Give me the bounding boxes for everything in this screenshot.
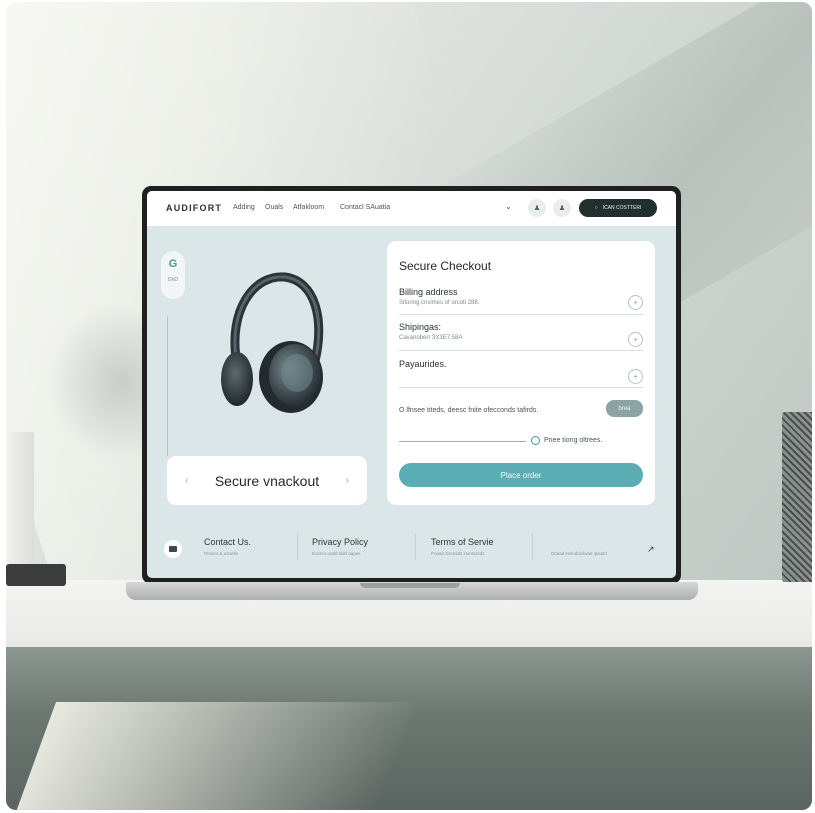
footer-contact[interactable]: Contact Us. Pnoers & usnelle [204, 537, 251, 556]
refresh-icon[interactable]: G [169, 259, 178, 270]
side-divider [167, 316, 168, 456]
billing-underline [399, 314, 643, 315]
payment-label: Payaurides. [399, 359, 447, 369]
footer-extra-sub: Dnead Holodclekvae ipsutid [551, 551, 607, 556]
place-order-button[interactable]: Place order [399, 463, 643, 487]
billing-label: Billing address [399, 287, 458, 297]
chat-icon[interactable] [164, 540, 182, 558]
billing-value: Sitoring cnsimes of orcoti 288. [399, 300, 480, 306]
arrow-icon[interactable]: ↗ [647, 544, 655, 555]
payment-field[interactable]: Payaurides. + [399, 359, 643, 388]
brand-logo[interactable]: AUDIFORT [166, 203, 222, 213]
shipping-label: Shipingas: [399, 322, 442, 332]
checkout-title: Secure Checkout [399, 259, 492, 273]
option-radio-label[interactable]: Pnee tiong oltrees. [544, 437, 602, 444]
payment-underline [399, 387, 643, 388]
chevron-left-icon[interactable]: ‹ [185, 475, 188, 486]
chevron-down-icon[interactable]: ⌄ [505, 202, 512, 211]
nav-link-4[interactable]: Contacl SAuatia [340, 204, 390, 211]
shipping-value: Cavanoberr 3X3E7.58A [399, 335, 463, 341]
nav-link-1[interactable]: Adding [233, 204, 255, 211]
footer-terms[interactable]: Terms of Servie Ponait Sosesds Huotsssds [431, 537, 494, 556]
user-icon[interactable]: ♟ [528, 199, 546, 217]
account-icon[interactable]: ♟ [553, 199, 571, 217]
billing-field[interactable]: Billing address Sitoring cnsimes of orco… [399, 287, 643, 315]
side-rail[interactable]: G DnD [161, 251, 185, 299]
footer-contact-title[interactable]: Contact Us. [204, 537, 251, 547]
search-icon: ○ [594, 205, 598, 211]
footer-terms-title[interactable]: Terms of Servie [431, 537, 494, 547]
footer-privacy-sub: Eosreo.oodd tiidd oapes [312, 551, 361, 556]
footer-extra[interactable]: Dnead Holodclekvae ipsutid [551, 547, 607, 556]
checkout-card: Secure Checkout Billing address Sitoring… [387, 241, 655, 505]
coaster [6, 564, 66, 586]
nav-link-3[interactable]: Atfakloom [293, 204, 324, 211]
nav-cta-label: ICAN COSTTERI [602, 205, 642, 211]
checkout-notice: O lfnsee titeds, deesc fnite ofecconds t… [399, 407, 539, 414]
chevron-right-icon[interactable]: › [346, 475, 349, 486]
shipping-underline [399, 350, 643, 351]
product-card-label: Secure vnackout [214, 472, 320, 489]
payment-add-icon[interactable]: + [628, 369, 643, 384]
shipping-add-icon[interactable]: + [628, 332, 643, 347]
shipping-field[interactable]: Shipingas: Cavanoberr 3X3E7.58A + [399, 322, 643, 351]
footer-divider [415, 534, 416, 560]
nav-cta-button[interactable]: ○ ICAN COSTTERI [579, 199, 657, 217]
nav-link-2[interactable]: Ouals [265, 204, 283, 211]
laptop-notch [360, 583, 460, 588]
billing-add-icon[interactable]: + [628, 295, 643, 310]
option-radio[interactable] [531, 436, 540, 445]
footer-contact-sub: Pnoers & usnelle [204, 551, 239, 556]
mesh-bin [782, 412, 812, 582]
headphones-image [221, 272, 324, 413]
footer-privacy-title[interactable]: Privacy Policy [312, 537, 368, 547]
footer-divider [532, 534, 533, 560]
top-nav: AUDIFORT Adding Ouals Atfakloom Contacl … [147, 191, 676, 226]
desk-light-patch [15, 702, 417, 810]
notice-button[interactable]: brea [606, 400, 643, 417]
radio-divider [399, 441, 526, 442]
side-rail-label: DnD [167, 277, 178, 283]
laptop-screen: AUDIFORT Adding Ouals Atfakloom Contacl … [147, 191, 676, 578]
footer-divider [297, 534, 298, 560]
footer-terms-sub: Ponait Sosesds Huotsssds [431, 551, 485, 556]
cup [6, 432, 34, 567]
footer-privacy[interactable]: Privacy Policy Eosreo.oodd tiidd oapes [312, 537, 368, 556]
product-carousel-card[interactable]: ‹ Secure vnackout › [167, 456, 367, 505]
